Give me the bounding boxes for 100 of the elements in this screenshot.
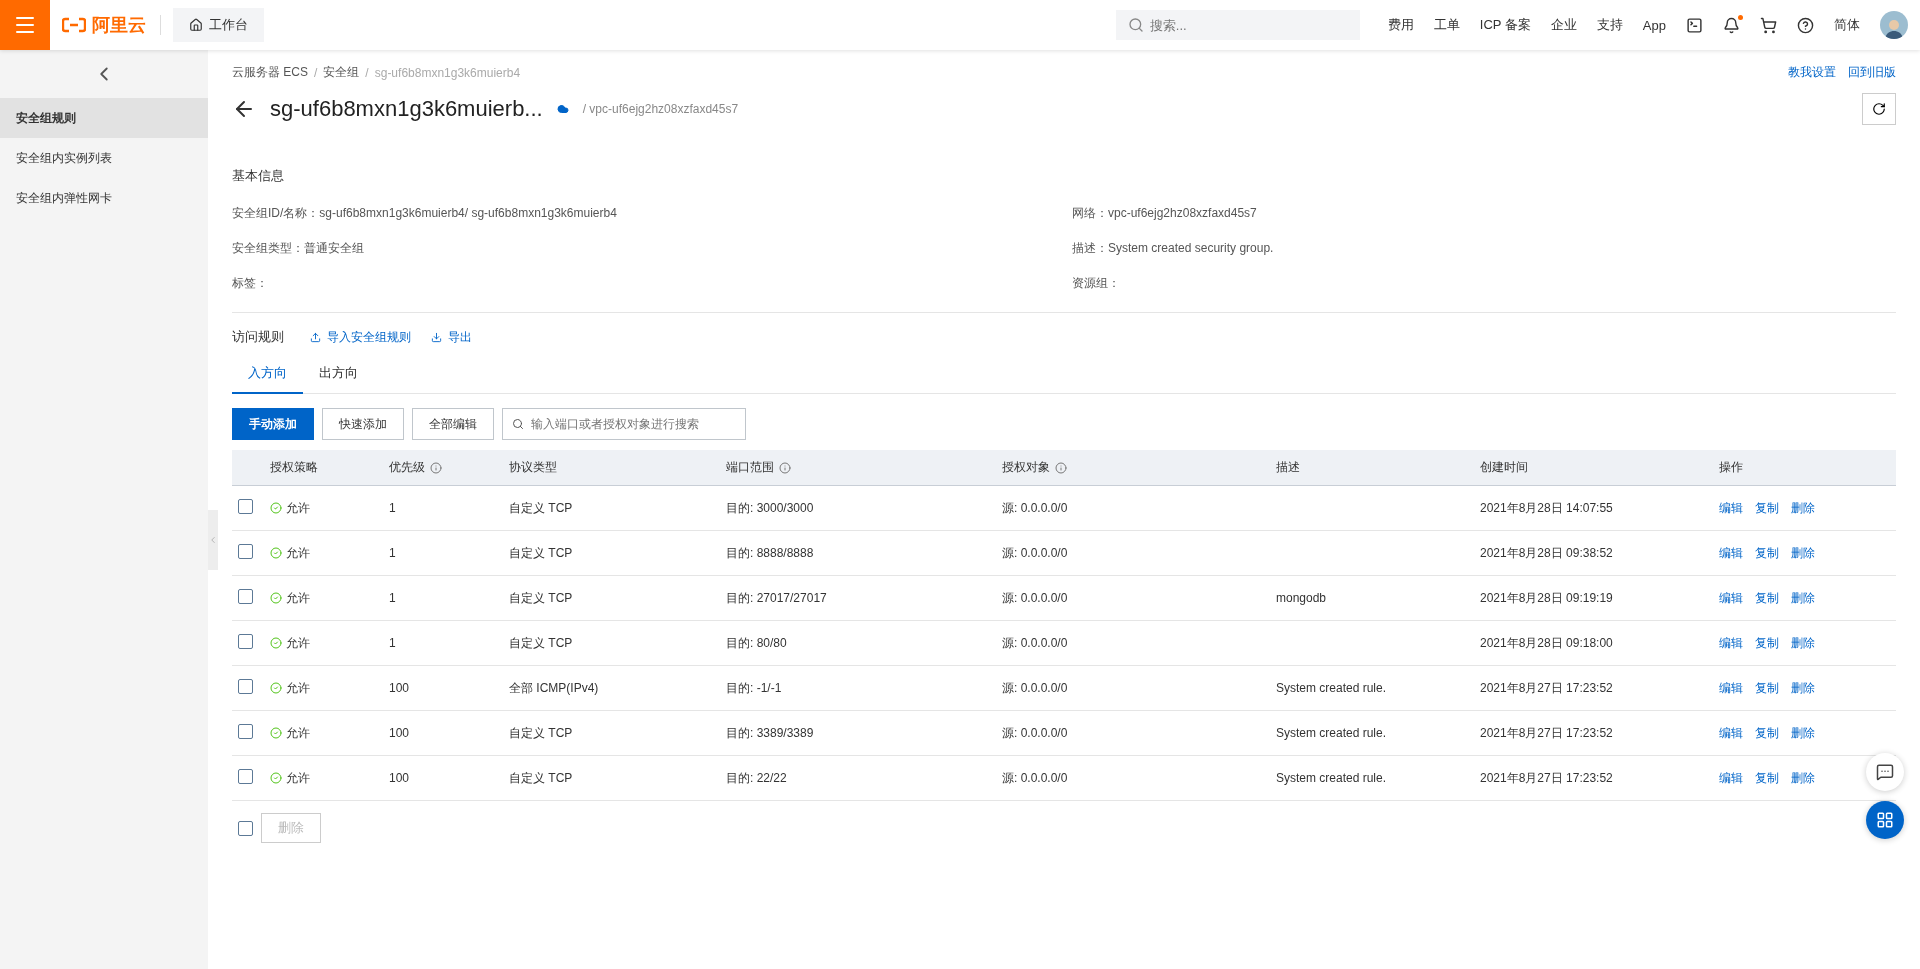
table-cell-text: 源: 0.0.0.0/0 [1002, 544, 1069, 562]
table-cell-text: 源: 0.0.0.0/0 [1002, 634, 1069, 652]
row-action-link[interactable]: 编辑 [1719, 770, 1743, 785]
column-header: 授权策略 [270, 459, 319, 476]
breadcrumb-item[interactable]: 安全组 [323, 64, 360, 81]
search-icon [512, 418, 524, 430]
upload-icon [310, 331, 321, 343]
tab[interactable]: 入方向 [232, 364, 303, 394]
toolbar-button[interactable]: 快速添加 [322, 408, 404, 440]
menu-button[interactable] [0, 0, 50, 50]
row-action-link[interactable]: 复制 [1755, 590, 1779, 605]
nav-link[interactable]: 工单 [1433, 16, 1460, 34]
apps-icon [1876, 811, 1894, 829]
column-header: 端口范围 [726, 459, 1002, 476]
search-field[interactable]: 搜索... [1115, 10, 1360, 40]
header-link[interactable]: 回到旧版 [1848, 65, 1896, 79]
apps-button[interactable] [1866, 801, 1904, 839]
row-action-link[interactable]: 编辑 [1719, 725, 1743, 740]
language-link[interactable]: 简体 [1834, 16, 1860, 34]
info-icon[interactable] [430, 461, 442, 474]
sidebar-item[interactable]: 安全组规则 [0, 98, 208, 138]
row-action-link[interactable]: 编辑 [1719, 545, 1743, 560]
check-circle-icon [270, 502, 282, 514]
checkbox[interactable] [238, 724, 253, 739]
row-action-link[interactable]: 复制 [1755, 725, 1779, 740]
collapse-handle[interactable] [208, 510, 218, 570]
table-cell: 允许 [270, 724, 389, 742]
terminal-icon[interactable] [1686, 16, 1703, 34]
nav-link[interactable]: 企业 [1550, 16, 1577, 34]
toolbar-button[interactable]: 全部编辑 [412, 408, 494, 440]
checkbox[interactable] [238, 679, 253, 694]
checkbox[interactable] [238, 499, 253, 514]
table-cell-text: 2021年8月28日 09:19:19 [1480, 589, 1614, 607]
table-cell-text: 自定义 TCP [509, 589, 574, 607]
breadcrumb-item[interactable]: 云服务器 ECS [232, 64, 308, 81]
table-cell-text: 目的: 22/22 [726, 769, 788, 787]
table-cell-text: 2021年8月27日 17:23:52 [1480, 724, 1614, 742]
workbench-button[interactable]: 工作台 [173, 8, 264, 42]
table-cell-text: 自定义 TCP [509, 769, 574, 787]
refresh-icon [1872, 102, 1886, 116]
cart-icon[interactable] [1760, 16, 1777, 34]
row-action-link[interactable]: 删除 [1791, 680, 1815, 695]
table-cell-text: 目的: 3389/3389 [726, 724, 815, 742]
row-action-link[interactable]: 复制 [1755, 500, 1779, 515]
sidebar-item[interactable]: 安全组内实例列表 [0, 138, 208, 178]
nav-link[interactable]: 费用 [1387, 16, 1414, 34]
row-action-link[interactable]: 编辑 [1719, 635, 1743, 650]
breadcrumb-item: sg-uf6b8mxn1g3k6muierb4 [374, 65, 521, 80]
breadcrumb-separator: / [314, 65, 318, 80]
table-cell-text: 2021年8月27日 17:23:52 [1480, 769, 1614, 787]
bell-icon[interactable] [1723, 16, 1740, 34]
table-cell-text: 全部 ICMP(IPv4) [509, 679, 600, 697]
table-cell: 允许 [270, 544, 389, 562]
row-action-link[interactable]: 复制 [1755, 545, 1779, 560]
checkbox[interactable] [238, 820, 253, 836]
nav-link[interactable]: App [1642, 17, 1666, 33]
row-action-link[interactable]: 编辑 [1719, 500, 1743, 515]
row-action-link[interactable]: 复制 [1755, 680, 1779, 695]
info-icon[interactable] [1055, 461, 1067, 474]
checkbox[interactable] [238, 769, 253, 784]
table-cell-text: 目的: 3000/3000 [726, 499, 815, 517]
toolbar-button[interactable]: 手动添加 [232, 408, 314, 440]
row-action-link[interactable]: 删除 [1791, 590, 1815, 605]
row-action-link[interactable]: 删除 [1791, 500, 1815, 515]
row-action-link[interactable]: 复制 [1755, 770, 1779, 785]
nav-link[interactable]: ICP 备案 [1479, 16, 1531, 34]
table-cell-text: 源: 0.0.0.0/0 [1002, 769, 1069, 787]
row-action-link[interactable]: 删除 [1791, 635, 1815, 650]
table-cell-text: 1 [389, 546, 397, 560]
row-action-link[interactable]: 编辑 [1719, 590, 1743, 605]
row-action-link[interactable]: 删除 [1791, 770, 1815, 785]
table-cell-text: 1 [389, 501, 397, 515]
table-cell-text: System created rule. [1276, 726, 1388, 740]
download-icon [431, 331, 442, 343]
checkbox[interactable] [238, 589, 253, 604]
info-icon[interactable] [779, 461, 791, 474]
rule-action-link[interactable]: 导出 [431, 328, 472, 346]
tab[interactable]: 出方向 [303, 364, 374, 394]
checkbox[interactable] [238, 544, 253, 559]
header-link[interactable]: 教我设置 [1788, 65, 1836, 79]
table-cell-text: 源: 0.0.0.0/0 [1002, 679, 1069, 697]
row-action-link[interactable]: 编辑 [1719, 680, 1743, 695]
table-cell-text: 2021年8月28日 09:38:52 [1480, 544, 1614, 562]
help-icon[interactable] [1797, 16, 1814, 34]
table-cell-text: 1 [389, 591, 397, 605]
sidebar-item[interactable]: 安全组内弹性网卡 [0, 178, 208, 218]
rule-action-link[interactable]: 导入安全组规则 [310, 328, 411, 346]
table-cell-text: 100 [389, 681, 411, 695]
checkbox[interactable] [238, 634, 253, 649]
row-action-link[interactable]: 删除 [1791, 545, 1815, 560]
row-action-link[interactable]: 删除 [1791, 725, 1815, 740]
search-field[interactable]: 输入端口或者授权对象进行搜索 [502, 408, 746, 440]
refresh-button[interactable] [1862, 93, 1896, 125]
table-cell: 允许 [270, 679, 389, 697]
section-title: 访问规则 [232, 328, 284, 346]
table-cell-text: System created rule. [1276, 681, 1388, 695]
row-action-link[interactable]: 复制 [1755, 635, 1779, 650]
table-cell: 允许 [270, 634, 389, 652]
nav-link[interactable]: 支持 [1596, 16, 1623, 34]
avatar[interactable] [1880, 11, 1908, 39]
